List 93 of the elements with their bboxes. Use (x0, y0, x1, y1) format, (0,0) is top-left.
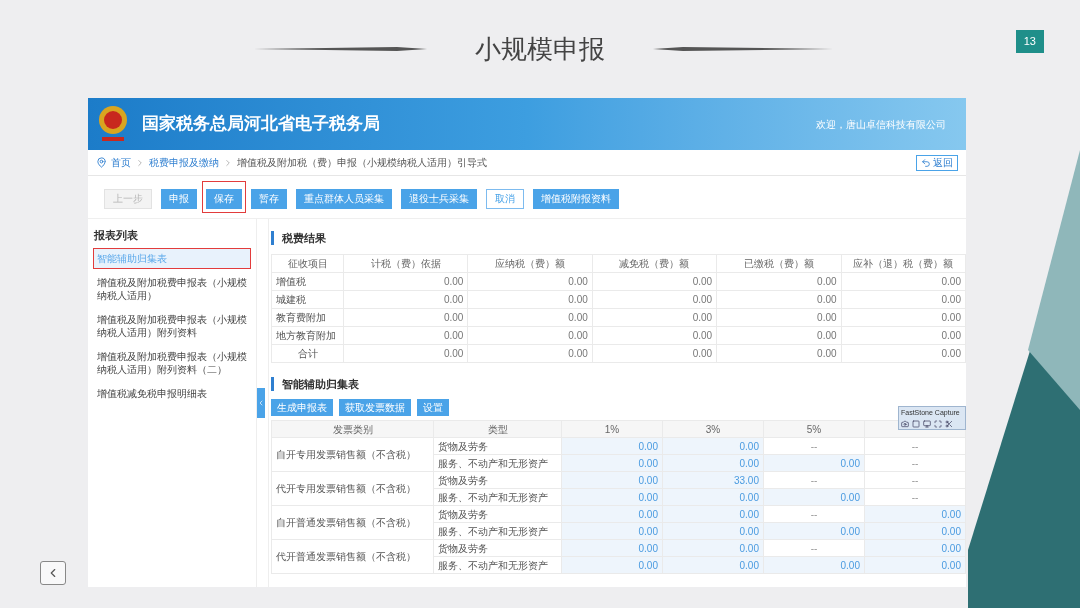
action-button[interactable]: 设置 (417, 399, 449, 416)
toolbar-button[interactable]: 申报 (161, 188, 197, 209)
table-cell: 0.00 (467, 272, 593, 290)
action-button[interactable]: 获取发票数据 (339, 399, 411, 416)
table-cell: 城建税 (271, 290, 344, 308)
screen-icon[interactable] (923, 419, 931, 428)
slide-title: 小规模申报 (475, 32, 605, 66)
column-header: 类型 (433, 420, 562, 438)
table-cell: 代开普通发票销售额（不含税） (271, 539, 434, 574)
table-cell: 合计 (271, 344, 344, 362)
table-cell: 0.00 (592, 290, 717, 308)
column-header: 发票类别 (271, 420, 434, 438)
table-cell: 货物及劳务 (433, 505, 562, 523)
table-cell: 0.00 (343, 344, 468, 362)
column-header: 应纳税（费）额 (467, 254, 593, 272)
table-cell: 0.00 (841, 308, 966, 326)
table-cell: 0.00 (716, 344, 842, 362)
table-cell: 0.00 (592, 344, 717, 362)
table-cell: 代开专用发票销售额（不含税） (271, 471, 434, 506)
column-header: 计税（费）依据 (343, 254, 468, 272)
sidebar-item[interactable]: 增值税及附加税费申报表（小规模纳税人适用） (94, 272, 250, 305)
scissors-icon[interactable] (945, 419, 953, 428)
column-header: 应补（退）税（费）额 (841, 254, 966, 272)
column-header: 已缴税（费）额 (716, 254, 842, 272)
table-cell: 服务、不动产和无形资产 (433, 454, 562, 472)
column-header: 3% (662, 420, 764, 438)
welcome-text: 欢迎，唐山卓信科技有限公司 (816, 117, 947, 132)
chevron-left-icon (257, 399, 265, 407)
section-title: 智能辅助归集表 (282, 376, 359, 392)
toolbar-button[interactable]: 退役士兵采集 (401, 188, 477, 209)
table-cell: 0.00 (841, 326, 966, 344)
table-cell: 0.00 (343, 290, 468, 308)
column-header: 征收项目 (271, 254, 344, 272)
table-cell: 0.00 (841, 290, 966, 308)
toolbar-button[interactable]: 取消 (486, 188, 524, 209)
previous-slide-button[interactable] (40, 561, 66, 585)
table-cell: 货物及劳务 (433, 437, 562, 455)
table-cell: 0.00 (467, 326, 593, 344)
table-cell: 0.00 (592, 272, 717, 290)
column-header: 减免税（费）额 (592, 254, 717, 272)
table-cell: 0.00 (716, 272, 842, 290)
table-cell: 0.00 (592, 326, 717, 344)
table-cell: 0.00 (343, 326, 468, 344)
table-cell: 货物及劳务 (433, 539, 562, 557)
table-cell: 0.00 (841, 272, 966, 290)
sidebar-item[interactable]: 增值税减免税申报明细表 (94, 383, 250, 403)
table-cell: 0.00 (467, 344, 593, 362)
table-cell: 0.00 (467, 290, 593, 308)
table-cell: 地方教育附加 (271, 326, 344, 344)
table-cell: 0.00 (467, 308, 593, 326)
table-cell: 0.00 (716, 308, 842, 326)
column-header: 5% (763, 420, 865, 438)
breadcrumb-current: 增值税及附加税（费）申报（小规模纳税人适用）引导式 (237, 156, 487, 170)
table-cell: 教育费附加 (271, 308, 344, 326)
sidebar-item[interactable]: 增值税及附加税费申报表（小规模纳税人适用）附列资料 (94, 309, 250, 342)
sidebar-item[interactable]: 增值税及附加税费申报表（小规模纳税人适用）附列资料（二） (94, 346, 250, 379)
page-number: 13 (1015, 30, 1044, 53)
window-icon[interactable] (912, 419, 920, 428)
toolbar-button[interactable]: 暂存 (251, 188, 287, 209)
breadcrumb-link[interactable]: 税费申报及缴纳 (149, 155, 219, 170)
emblem-icon (96, 104, 130, 144)
section-marker (271, 231, 274, 246)
column-header: 1% (561, 420, 663, 438)
toolbar-button[interactable]: 重点群体人员采集 (296, 188, 392, 209)
table-cell: 服务、不动产和无形资产 (433, 556, 562, 574)
table-cell: 0.00 (841, 344, 966, 362)
table-cell: 自开普通发票销售额（不含税） (271, 505, 434, 540)
toolbar-button[interactable]: 保存 (206, 188, 242, 209)
action-button[interactable]: 生成申报表 (271, 399, 333, 416)
back-button[interactable]: 返回 (916, 154, 958, 171)
table-cell: 0.00 (592, 308, 717, 326)
table-cell: 0.00 (343, 308, 468, 326)
site-title: 国家税务总局河北省电子税务局 (142, 113, 380, 136)
section-marker (271, 376, 274, 391)
sidebar-item[interactable]: 智能辅助归集表 (94, 248, 250, 268)
sidebar-title: 报表列表 (94, 228, 139, 243)
section-title: 税费结果 (282, 231, 326, 246)
table-cell: 0.00 (343, 272, 468, 290)
table-cell: 服务、不动产和无形资产 (433, 488, 562, 506)
camera-icon[interactable] (901, 419, 909, 428)
table-cell: 0.00 (716, 326, 842, 344)
breadcrumb-link[interactable]: 首页 (111, 155, 131, 170)
location-icon (96, 157, 107, 168)
table-cell: 货物及劳务 (433, 471, 562, 489)
undo-icon (921, 157, 931, 168)
separator-icon (223, 157, 233, 168)
toolbar-button[interactable]: 增值税附报资料 (533, 188, 619, 209)
table-cell: 0.00 (716, 290, 842, 308)
region-icon[interactable] (934, 419, 942, 428)
table-cell: 自开专用发票销售额（不含税） (271, 437, 434, 472)
table-cell: 服务、不动产和无形资产 (433, 522, 562, 540)
table-cell: 增值税 (271, 272, 344, 290)
separator-icon (135, 157, 145, 168)
